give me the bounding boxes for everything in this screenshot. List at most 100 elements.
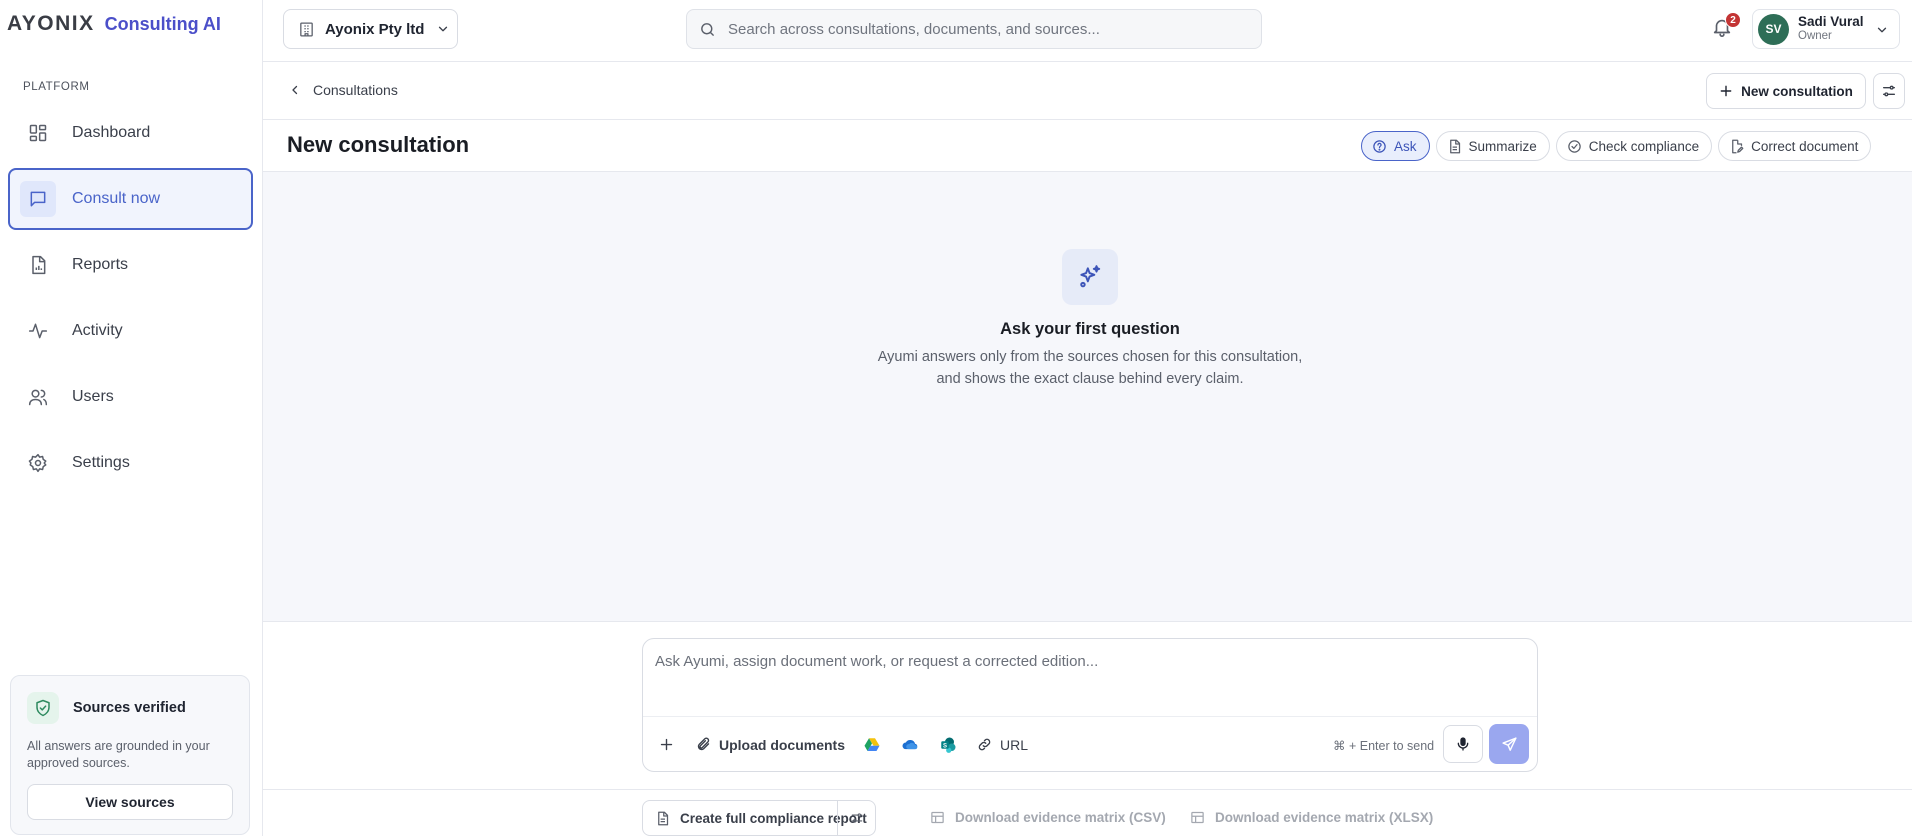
add-attachment-button[interactable] [659,737,674,752]
user-role: Owner [1798,30,1832,42]
new-consultation-label: New consultation [1741,83,1853,99]
upload-documents-label: Upload documents [719,736,846,753]
create-compliance-report-button[interactable]: Create full compliance report [642,800,876,836]
sparkle-icon [1062,249,1118,305]
mode-label: Summarize [1468,138,1537,154]
voice-input-button[interactable] [1443,725,1483,763]
check-circle-icon [1567,139,1589,154]
sidebar-item-reports[interactable]: Reports [8,234,253,296]
question-circle-icon [1372,139,1394,154]
sliders-icon [850,811,864,825]
sources-verified-card: Sources verified All answers are grounde… [10,675,250,835]
send-button[interactable] [1489,724,1529,764]
sliders-icon [1881,83,1897,99]
new-consultation-button[interactable]: New consultation [1706,73,1866,109]
sidebar-item-settings[interactable]: Settings [8,432,253,494]
org-switcher[interactable]: Ayonix Pty ltd [283,9,458,49]
breadcrumb-bar: Consultations New consultation [263,62,1912,120]
sidebar-item-activity[interactable]: Activity [8,300,253,362]
google-drive-icon[interactable] [861,734,883,756]
shield-check-icon [27,692,59,724]
upload-documents-button[interactable]: Upload documents [696,737,845,753]
link-icon [977,737,1000,752]
global-search[interactable]: Search across consultations, documents, … [686,9,1262,49]
sidebar-item-label: Reports [72,256,129,273]
plus-icon [659,737,674,752]
add-url-label: URL [1000,736,1029,753]
composer-toolbar: Upload documents S URL ⌘ + Enter to send [643,716,1537,772]
sources-verified-description: All answers are grounded in your approve… [27,739,210,770]
brand-logo[interactable]: AYONIX Consulting AI [7,12,221,36]
report-icon [24,251,52,279]
empty-state-line: and shows the exact clause behind every … [936,371,1244,387]
send-hint: ⌘ + Enter to send [1333,739,1435,753]
download-csv-button[interactable]: Download evidence matrix (CSV) [930,810,1166,825]
user-name: Sadi Vural [1798,14,1864,29]
add-url-button[interactable]: URL [977,737,1028,753]
sidebar-section-label: PLATFORM [23,81,90,93]
empty-state-description: Ayumi answers only from the sources chos… [263,346,1912,390]
sharepoint-icon[interactable]: S [937,734,959,756]
breadcrumb-label: Consultations [313,82,398,98]
table-icon [930,810,955,825]
svg-text:S: S [943,743,947,749]
sidebar-item-label: Settings [72,454,130,471]
mode-correct-document[interactable]: Correct document [1718,131,1872,161]
view-settings-button[interactable] [1873,73,1905,109]
sidebar-item-label: Dashboard [72,124,151,141]
sidebar-item-users[interactable]: Users [8,366,253,428]
chat-icon [20,181,56,217]
chevron-left-icon [289,84,301,96]
button-divider [837,801,838,835]
breadcrumb[interactable]: Consultations [289,82,398,98]
sidebar-item-dashboard[interactable]: Dashboard [8,102,253,164]
send-icon [1501,736,1518,753]
org-name: Ayonix Pty ltd [325,20,425,38]
sidebar-item-label: Consult now [72,190,161,207]
view-sources-button[interactable]: View sources [27,784,233,820]
search-icon [699,21,716,38]
chevron-down-icon [436,22,450,36]
paperclip-icon [696,737,719,752]
sources-verified-title: Sources verified [73,700,186,716]
building-icon [298,21,315,38]
report-options-button[interactable] [839,801,875,835]
document-edit-icon [1729,139,1751,154]
download-csv-label: Download evidence matrix (CSV) [955,810,1166,825]
mode-summarize[interactable]: Summarize [1435,131,1550,161]
download-xlsx-label: Download evidence matrix (XLSX) [1215,810,1434,825]
document-icon [655,811,670,826]
brand-product: Consulting AI [104,14,221,34]
table-icon [1190,810,1215,825]
mode-check-compliance[interactable]: Check compliance [1555,131,1713,161]
notification-badge: 2 [1725,12,1741,28]
plus-icon [1719,84,1733,98]
download-xlsx-button[interactable]: Download evidence matrix (XLSX) [1190,810,1433,825]
search-input[interactable]: Search across consultations, documents, … [728,21,1100,38]
sidebar-nav: Dashboard Consult now Reports Activity U… [8,102,253,498]
dashboard-icon [24,119,52,147]
avatar: SV [1758,13,1789,45]
mode-label: Check compliance [1588,138,1700,154]
title-bar: New consultation Ask Summarize Check com… [263,120,1912,172]
report-actions-bar: Create full compliance report Download e… [263,789,1912,836]
onedrive-icon[interactable] [899,734,921,756]
chevron-down-icon [1875,23,1889,37]
sidebar-item-label: Users [72,388,114,405]
conversation-area: Ask your first question Ayumi answers on… [263,172,1912,622]
gear-icon [24,449,52,477]
sidebar: AYONIX Consulting AI PLATFORM Dashboard … [0,0,263,836]
activity-icon [24,317,52,345]
microphone-icon [1455,736,1471,752]
sidebar-item-consult-now[interactable]: Consult now [8,168,253,230]
sidebar-item-label: Activity [72,322,123,339]
users-icon [24,383,52,411]
mode-selector: Ask Summarize Check compliance Correct d… [1361,131,1877,161]
mode-ask[interactable]: Ask [1361,131,1430,161]
notifications-button[interactable]: 2 [1711,12,1741,42]
message-input[interactable] [655,653,1515,670]
empty-state-title: Ask your first question [1000,320,1180,338]
mode-label: Correct document [1751,138,1859,154]
page-title: New consultation [287,132,470,157]
user-menu[interactable]: SV Sadi Vural Owner [1752,9,1900,49]
